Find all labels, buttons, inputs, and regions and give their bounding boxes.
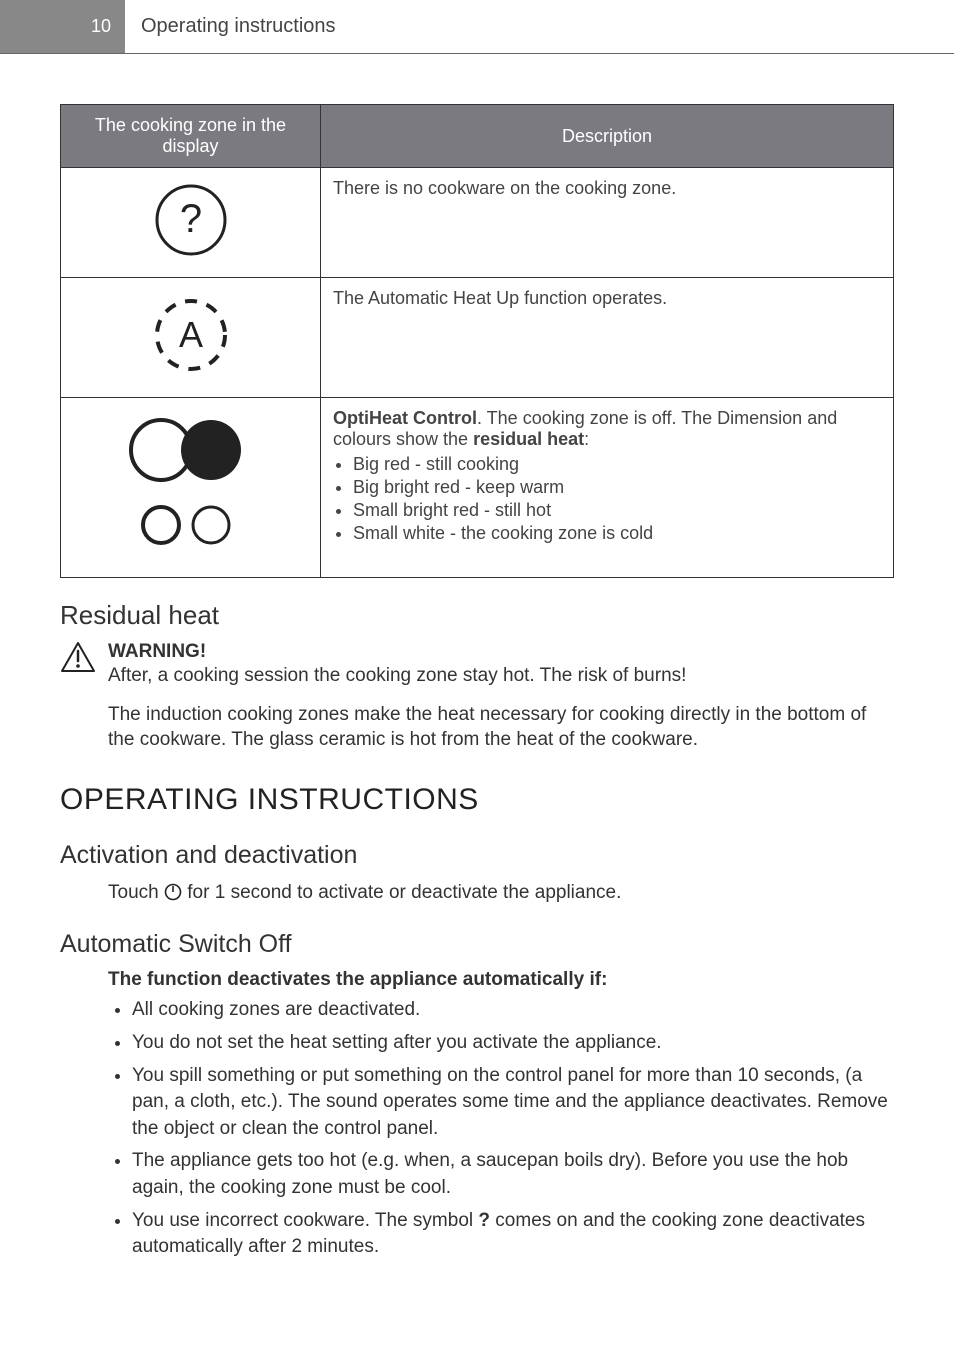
- table-row: A The Automatic Heat Up function operate…: [61, 278, 894, 398]
- list-item: Small white - the cooking zone is cold: [353, 523, 881, 544]
- optiheat-residual: residual heat: [473, 429, 584, 449]
- icon-cell-question: ?: [61, 168, 321, 278]
- auto-off-heading: Automatic Switch Off: [60, 930, 894, 959]
- header-title: Operating instructions: [125, 15, 336, 38]
- list-item: You spill something or put something on …: [132, 1063, 894, 1143]
- warning-block: WARNING! After, a cooking session the co…: [60, 641, 894, 690]
- activation-before: Touch: [108, 882, 164, 903]
- icon-cell-optiheat: [61, 398, 321, 578]
- list-item: You do not set the heat setting after yo…: [132, 1030, 894, 1057]
- svg-text:?: ?: [179, 197, 201, 241]
- table-row: ? There is no cookware on the cooking zo…: [61, 168, 894, 278]
- residual-heat-heading: Residual heat: [60, 600, 894, 631]
- last-item-before: You use incorrect cookware. The symbol: [132, 1210, 478, 1231]
- optiheat-list: Big red - still cooking Big bright red -…: [333, 454, 881, 544]
- list-item: You use incorrect cookware. The symbol ?…: [132, 1208, 894, 1261]
- table-row: OptiHeat Control. The cooking zone is of…: [61, 398, 894, 578]
- desc-cell: There is no cookware on the cooking zone…: [321, 168, 894, 278]
- desc-cell: OptiHeat Control. The cooking zone is of…: [321, 398, 894, 578]
- svg-text:A: A: [178, 314, 202, 355]
- table-header-desc: Description: [321, 105, 894, 168]
- power-icon: [164, 883, 182, 901]
- optiheat-icon: [116, 410, 266, 560]
- desc-text: The Automatic Heat Up function operates.: [333, 288, 667, 308]
- residual-para: The induction cooking zones make the hea…: [108, 702, 894, 753]
- list-item: All cooking zones are deactivated.: [132, 997, 894, 1024]
- page-number-box: 10: [0, 0, 125, 53]
- list-item: Small bright red - still hot: [353, 500, 881, 521]
- auto-off-list: All cooking zones are deactivated. You d…: [132, 997, 894, 1260]
- list-item: The appliance gets too hot (e.g. when, a…: [132, 1148, 894, 1201]
- activation-after: for 1 second to activate or deactivate t…: [187, 882, 621, 903]
- no-cookware-icon: ?: [151, 180, 231, 260]
- optiheat-end: :: [584, 429, 589, 449]
- optiheat-title: OptiHeat Control: [333, 408, 477, 428]
- activation-text: Touch for 1 second to activate or deacti…: [108, 880, 894, 907]
- desc-cell: The Automatic Heat Up function operates.: [321, 278, 894, 398]
- display-table: The cooking zone in the display Descript…: [60, 104, 894, 578]
- list-item: Big red - still cooking: [353, 454, 881, 475]
- list-item: Big bright red - keep warm: [353, 477, 881, 498]
- table-header-zone: The cooking zone in the display: [61, 105, 321, 168]
- page-header: 10 Operating instructions: [0, 0, 954, 54]
- warning-icon: [60, 641, 100, 678]
- warning-body: WARNING! After, a cooking session the co…: [100, 641, 894, 690]
- activation-heading: Activation and deactivation: [60, 841, 894, 870]
- warning-text: After, a cooking session the cooking zon…: [108, 663, 894, 690]
- icon-cell-auto: A: [61, 278, 321, 398]
- page-content: The cooking zone in the display Descript…: [0, 104, 954, 1261]
- optiheat-lead: OptiHeat Control. The cooking zone is of…: [333, 408, 837, 449]
- operating-heading: OPERATING INSTRUCTIONS: [60, 783, 894, 817]
- auto-off-lead: The function deactivates the appliance a…: [108, 969, 894, 991]
- page-number: 10: [91, 16, 111, 37]
- desc-text: There is no cookware on the cooking zone…: [333, 178, 676, 198]
- auto-heatup-icon: A: [146, 290, 236, 380]
- warning-title: WARNING!: [108, 641, 894, 663]
- incorrect-cookware-symbol: ?: [478, 1210, 490, 1231]
